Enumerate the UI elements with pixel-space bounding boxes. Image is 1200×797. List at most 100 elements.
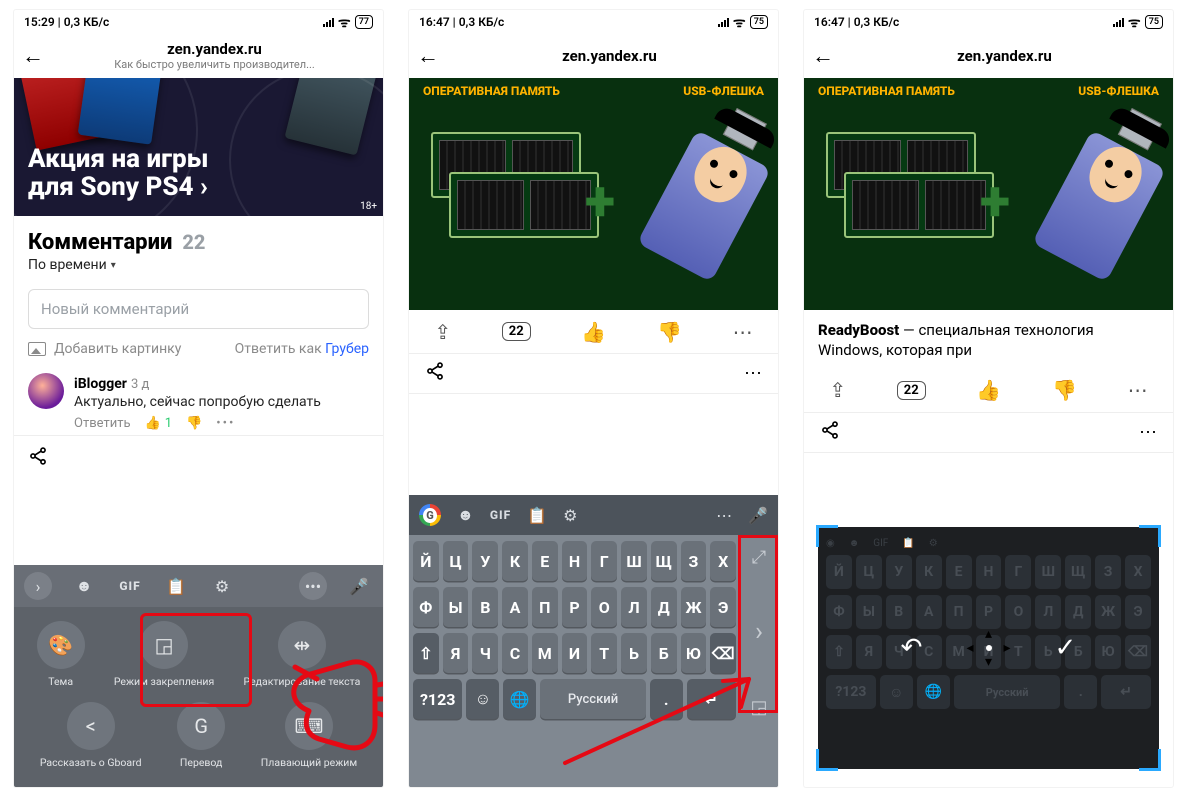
status-bar: 16:47 | 0,3 КБ/с ᯤ 75 — [409, 10, 778, 34]
sub-share-row[interactable]: ⋯ — [804, 413, 1173, 453]
signal-icon — [323, 18, 334, 27]
key-Ф[interactable]: Ф — [413, 587, 439, 627]
avatar[interactable] — [28, 373, 64, 409]
back-chip-icon[interactable]: › — [24, 572, 52, 600]
key-А[interactable]: А — [502, 587, 528, 627]
more-icon[interactable]: ••• — [216, 416, 235, 431]
gif-icon[interactable]: GIF — [490, 508, 511, 522]
key-num[interactable]: ?123 — [413, 679, 462, 719]
more-icon[interactable]: ⋯ — [733, 320, 753, 344]
key-Р[interactable]: Р — [562, 587, 588, 627]
wifi-icon: ᯤ — [1128, 13, 1141, 32]
key-У[interactable]: У — [472, 541, 498, 581]
key-Л[interactable]: Л — [621, 587, 647, 627]
key-К[interactable]: К — [502, 541, 528, 581]
comment-author[interactable]: iBlogger — [74, 376, 127, 392]
key-М[interactable]: М — [532, 633, 558, 673]
key-З[interactable]: З — [681, 541, 707, 581]
gear-icon[interactable]: ⚙ — [563, 506, 577, 525]
clipboard-icon[interactable]: 📋 — [527, 506, 547, 525]
page-subtitle: Как быстро увеличить производител... — [54, 58, 375, 71]
like-button[interactable]: 👍 1 — [145, 416, 173, 431]
key-Щ[interactable]: Щ — [651, 541, 677, 581]
key-Э[interactable]: Э — [710, 587, 736, 627]
key-В[interactable]: В — [472, 587, 498, 627]
share-out-icon[interactable]: ⇪ — [829, 378, 846, 402]
back-icon[interactable]: ← — [812, 43, 834, 69]
gear-icon[interactable]: ⚙ — [208, 572, 236, 600]
key-О[interactable]: О — [591, 587, 617, 627]
comment-item: iBlogger3 д Актуально, сейчас попробую с… — [14, 367, 383, 435]
share-out-icon[interactable]: ⇪ — [434, 320, 451, 344]
key-Ч[interactable]: Ч — [472, 633, 498, 673]
key-Д[interactable]: Д — [651, 587, 677, 627]
hero-banner[interactable]: Акция на игрыдля Sony PS4 › 18+ — [14, 78, 383, 216]
key-Е[interactable]: Е — [532, 541, 558, 581]
add-image-label[interactable]: Добавить картинку — [54, 341, 181, 357]
wifi-icon: ᯤ — [733, 13, 746, 32]
sticker-icon[interactable]: ☻ — [457, 505, 474, 525]
more-icon[interactable]: ⋯ — [716, 506, 732, 525]
clipboard-icon[interactable]: 📋 — [162, 572, 190, 600]
key-Ж[interactable]: Ж — [681, 587, 707, 627]
url-text[interactable]: zen.yandex.ru — [844, 48, 1165, 65]
image-icon[interactable] — [28, 342, 46, 356]
confirm-icon[interactable]: ✓ — [1055, 633, 1077, 663]
floating-keyboard-overlay[interactable]: ◉ ☻ GIF 📋 ⚙ ЙЦУКЕНГШЩЗХФЫВАПРОЛДЖЭ⇧ЯЧСМИ… — [818, 527, 1159, 769]
comments-count-box[interactable]: 22 — [897, 381, 926, 400]
key-С[interactable]: С — [502, 633, 528, 673]
key-Я[interactable]: Я — [443, 633, 469, 673]
key-Н[interactable]: Н — [562, 541, 588, 581]
caption-usb: USB-ФЛЕШКА — [1078, 84, 1159, 98]
more-icon[interactable]: ⋯ — [1139, 422, 1157, 443]
sticker-icon[interactable]: ☻ — [70, 572, 98, 600]
more-chip-icon[interactable]: ••• — [299, 572, 327, 600]
gboard-share-cell[interactable]: <Рассказать о Gboard — [40, 702, 142, 769]
new-comment-input[interactable]: Новый комментарий — [28, 289, 369, 329]
thumb-up-icon[interactable]: 👍 — [976, 378, 1001, 402]
status-time: 15:29 — [24, 15, 55, 29]
key-emoji[interactable]: ☺ — [466, 679, 499, 719]
move-handle-icon[interactable]: ▴◂▸▾ — [966, 627, 1010, 669]
key-Ц[interactable]: Ц — [443, 541, 469, 581]
undo-icon[interactable]: ↶ — [901, 633, 923, 663]
key-Ш[interactable]: Ш — [621, 541, 647, 581]
key-⇧[interactable]: ⇧ — [413, 633, 439, 673]
share-icon[interactable] — [28, 450, 48, 471]
back-icon[interactable]: ← — [22, 43, 44, 69]
share-icon[interactable] — [425, 361, 445, 386]
status-net: 0,3 КБ/с — [854, 15, 900, 29]
url-text[interactable]: zen.yandex.ru — [54, 41, 375, 58]
reply-button[interactable]: Ответить — [74, 416, 131, 431]
key-Й[interactable]: Й — [413, 541, 439, 581]
thumb-up-icon[interactable]: 👍 — [581, 320, 606, 344]
comment-age: 3 д — [131, 377, 149, 392]
url-text[interactable]: zen.yandex.ru — [449, 48, 770, 65]
key-globe[interactable]: 🌐 — [503, 679, 536, 719]
status-net: 0,3 КБ/с — [459, 15, 505, 29]
mic-icon[interactable]: 🎤 — [345, 572, 373, 600]
gif-icon[interactable]: GIF — [116, 572, 144, 600]
gboard-translate-cell[interactable]: GПеревод — [177, 702, 225, 769]
thumb-down-icon[interactable]: 👎 — [1052, 378, 1077, 402]
key-Г[interactable]: Г — [591, 541, 617, 581]
share-icon[interactable] — [820, 420, 840, 445]
answer-as-label: Ответить как Грубер — [235, 341, 369, 357]
more-icon[interactable]: ⋯ — [1128, 378, 1148, 402]
thumb-down-icon[interactable]: 👎 — [657, 320, 682, 344]
google-icon[interactable]: G — [419, 504, 441, 526]
comments-count: 22 — [182, 230, 205, 254]
key-Ы[interactable]: Ы — [443, 587, 469, 627]
sort-dropdown[interactable]: По времени▾ — [14, 257, 383, 283]
more-icon[interactable]: ⋯ — [744, 363, 762, 384]
key-Х[interactable]: Х — [710, 541, 736, 581]
status-net: 0,3 КБ/с — [64, 15, 110, 29]
key-П[interactable]: П — [532, 587, 558, 627]
share-row[interactable] — [14, 435, 383, 481]
back-icon[interactable]: ← — [417, 43, 439, 69]
gboard-theme-cell[interactable]: 🎨Тема — [37, 621, 85, 688]
sub-share-row[interactable]: ⋯ — [409, 354, 778, 394]
mic-icon[interactable]: 🎤 — [748, 506, 768, 525]
comments-count-box[interactable]: 22 — [502, 322, 531, 341]
dislike-button[interactable]: 👎 — [186, 416, 202, 431]
